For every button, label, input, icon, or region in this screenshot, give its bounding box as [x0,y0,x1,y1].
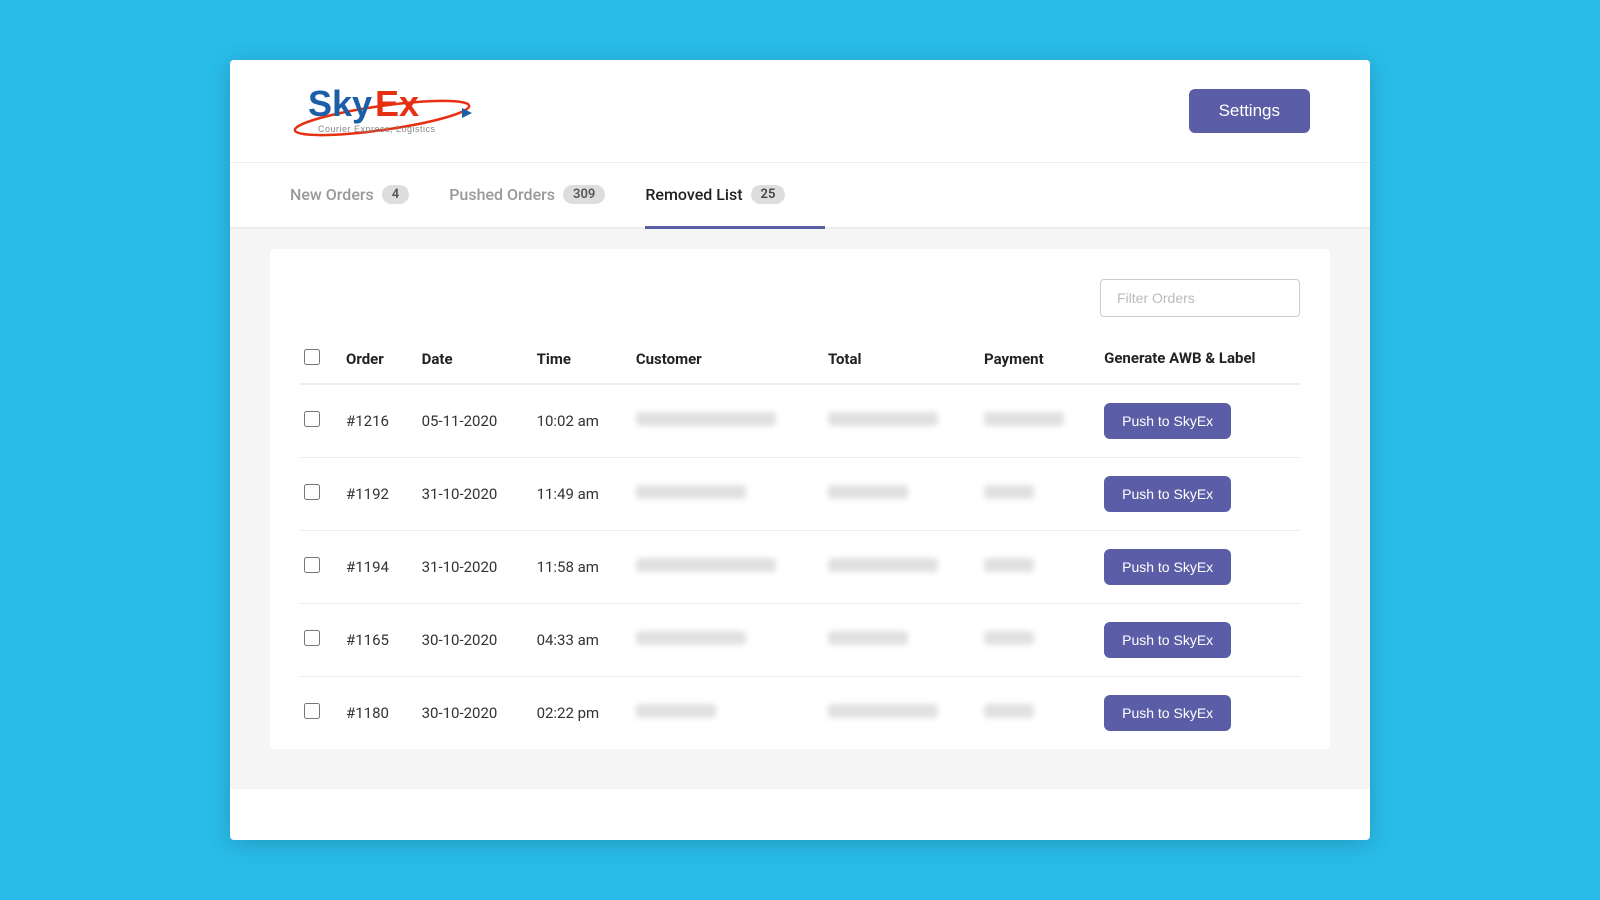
row-time: 11:58 am [527,531,626,604]
tab-new-orders[interactable]: New Orders 4 [290,163,449,229]
row-date: 05-11-2020 [412,384,527,458]
row-checkbox[interactable] [304,630,320,646]
col-header-total: Total [818,337,974,384]
logo: Sky Ex Courier Express, Logistics [290,80,475,142]
row-total [818,458,974,531]
row-order: #1180 [336,677,412,750]
row-order: #1192 [336,458,412,531]
row-customer [626,604,818,677]
row-push-cell: Push to SkyEx [1094,604,1300,677]
col-header-check [300,337,336,384]
svg-text:Ex: Ex [375,83,419,124]
svg-text:Sky: Sky [308,83,372,124]
row-time: 02:22 pm [527,677,626,750]
col-header-date: Date [412,337,527,384]
row-date: 31-10-2020 [412,458,527,531]
row-payment [974,604,1094,677]
row-total [818,604,974,677]
push-to-skyex-button[interactable]: Push to SkyEx [1104,695,1231,731]
filter-row [300,279,1300,317]
row-checkbox[interactable] [304,557,320,573]
table-row: #1180 30-10-2020 02:22 pm Push to SkyEx [300,677,1300,750]
tabs-bar: New Orders 4 Pushed Orders 309 Removed L… [230,163,1370,229]
settings-button[interactable]: Settings [1189,89,1310,133]
tab-pushed-orders-badge: 309 [563,185,605,204]
row-checkbox-cell [300,384,336,458]
row-customer [626,677,818,750]
row-date: 30-10-2020 [412,677,527,750]
row-customer [626,531,818,604]
table-row: #1216 05-11-2020 10:02 am Push to SkyEx [300,384,1300,458]
col-header-order: Order [336,337,412,384]
tab-removed-list-badge: 25 [751,185,786,204]
table-row: #1192 31-10-2020 11:49 am Push to SkyEx [300,458,1300,531]
row-order: #1165 [336,604,412,677]
app-window: Sky Ex Courier Express, Logistics Settin… [230,60,1370,840]
row-time: 04:33 am [527,604,626,677]
row-total [818,677,974,750]
row-order: #1194 [336,531,412,604]
select-all-checkbox[interactable] [304,349,320,365]
row-date: 30-10-2020 [412,604,527,677]
tab-pushed-orders[interactable]: Pushed Orders 309 [449,163,645,229]
tab-new-orders-badge: 4 [382,185,409,204]
row-payment [974,531,1094,604]
tab-pushed-orders-label: Pushed Orders [449,185,555,204]
row-push-cell: Push to SkyEx [1094,531,1300,604]
col-header-customer: Customer [626,337,818,384]
row-checkbox-cell [300,458,336,531]
row-checkbox-cell [300,531,336,604]
svg-text:Courier Express, Logistics: Courier Express, Logistics [318,124,436,134]
row-time: 11:49 am [527,458,626,531]
row-customer [626,458,818,531]
content-area: Order Date Time Customer Total Payment G… [230,229,1370,789]
tab-new-orders-label: New Orders [290,185,374,204]
tab-removed-list[interactable]: Removed List 25 [645,163,825,229]
row-payment [974,458,1094,531]
row-date: 31-10-2020 [412,531,527,604]
orders-table: Order Date Time Customer Total Payment G… [300,337,1300,749]
push-to-skyex-button[interactable]: Push to SkyEx [1104,403,1231,439]
col-header-time: Time [527,337,626,384]
table-row: #1165 30-10-2020 04:33 am Push to SkyEx [300,604,1300,677]
table-row: #1194 31-10-2020 11:58 am Push to SkyEx [300,531,1300,604]
row-checkbox-cell [300,604,336,677]
row-checkbox[interactable] [304,411,320,427]
filter-orders-input[interactable] [1100,279,1300,317]
col-header-awb: Generate AWB & Label [1094,337,1300,384]
row-checkbox[interactable] [304,703,320,719]
row-payment [974,384,1094,458]
header: Sky Ex Courier Express, Logistics Settin… [230,60,1370,163]
row-time: 10:02 am [527,384,626,458]
logo-svg: Sky Ex Courier Express, Logistics [290,80,475,142]
tab-removed-list-label: Removed List [645,185,742,204]
row-push-cell: Push to SkyEx [1094,677,1300,750]
row-checkbox[interactable] [304,484,320,500]
row-order: #1216 [336,384,412,458]
col-header-payment: Payment [974,337,1094,384]
content-card: Order Date Time Customer Total Payment G… [270,249,1330,749]
row-payment [974,677,1094,750]
table-header-row: Order Date Time Customer Total Payment G… [300,337,1300,384]
row-push-cell: Push to SkyEx [1094,384,1300,458]
row-customer [626,384,818,458]
row-push-cell: Push to SkyEx [1094,458,1300,531]
row-total [818,531,974,604]
push-to-skyex-button[interactable]: Push to SkyEx [1104,622,1231,658]
row-checkbox-cell [300,677,336,750]
row-total [818,384,974,458]
push-to-skyex-button[interactable]: Push to SkyEx [1104,476,1231,512]
push-to-skyex-button[interactable]: Push to SkyEx [1104,549,1231,585]
